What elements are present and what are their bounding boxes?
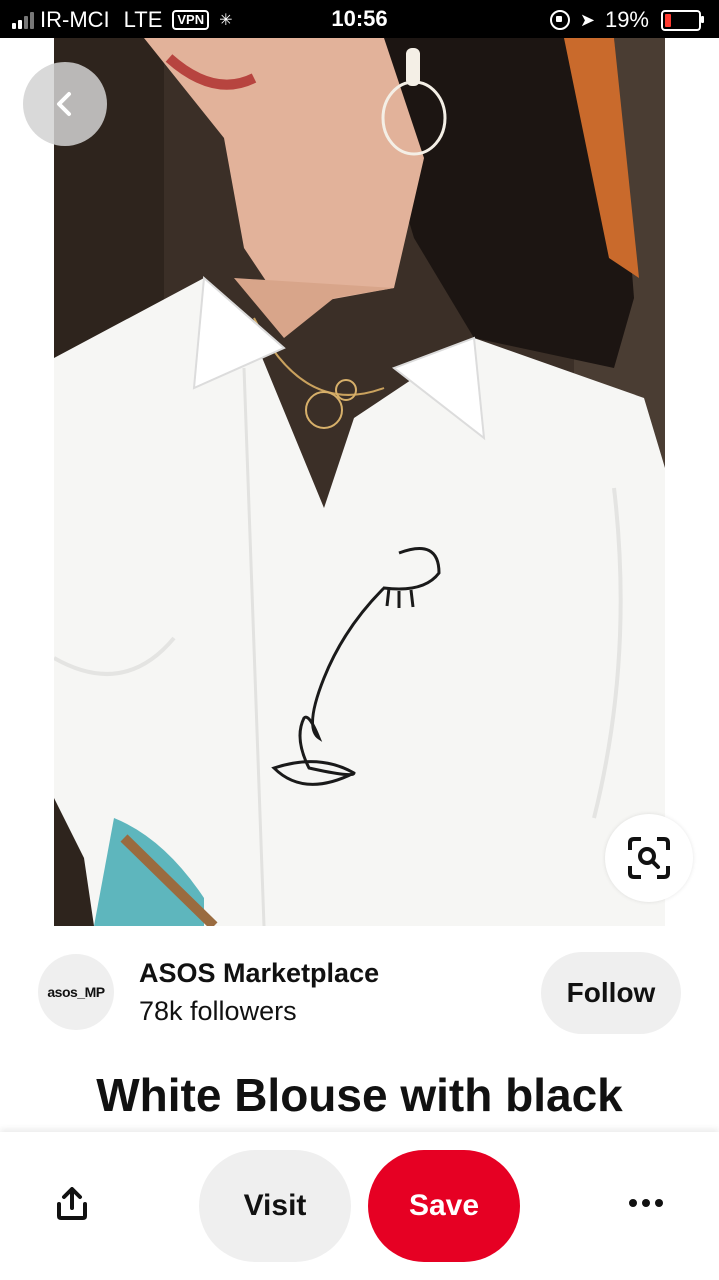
visual-search-button[interactable] bbox=[605, 814, 693, 902]
back-button[interactable] bbox=[23, 62, 107, 146]
battery-icon bbox=[661, 9, 704, 31]
status-bar-right: ➤ 19% bbox=[549, 7, 704, 33]
pin-photo bbox=[54, 38, 665, 926]
location-arrow-icon: ➤ bbox=[579, 9, 595, 30]
creator-followers: 78k followers bbox=[139, 996, 297, 1026]
share-icon bbox=[57, 1187, 87, 1220]
creator-avatar[interactable]: asos_MP bbox=[38, 954, 114, 1030]
back-chevron-icon bbox=[57, 92, 71, 116]
battery-fill bbox=[665, 13, 671, 27]
more-icon[interactable] bbox=[624, 1188, 668, 1218]
pin-closeup-screen: asos_MP ASOS Marketplace 78k followers F… bbox=[0, 38, 719, 1280]
pin-image[interactable] bbox=[54, 38, 665, 926]
follow-button[interactable]: Follow bbox=[541, 952, 681, 1034]
action-bar: Visit Save bbox=[0, 1132, 719, 1280]
status-bar: IR-MCI LTE VPN ✳ 10:56 ➤ 19% bbox=[0, 0, 719, 38]
visual-search-icon bbox=[628, 837, 670, 879]
rotation-lock-icon bbox=[549, 10, 570, 30]
creator-row: asos_MP ASOS Marketplace 78k followers F… bbox=[38, 952, 683, 1034]
visit-button[interactable]: Visit bbox=[199, 1150, 351, 1262]
share-button[interactable] bbox=[50, 1182, 94, 1226]
save-button[interactable]: Save bbox=[368, 1150, 520, 1262]
pin-title: White Blouse with black bbox=[96, 1069, 623, 1121]
creator-name[interactable]: ASOS Marketplace bbox=[139, 958, 379, 989]
battery-percent: 19% bbox=[604, 7, 649, 32]
avatar-logo-text: asos_MP bbox=[47, 984, 105, 1000]
